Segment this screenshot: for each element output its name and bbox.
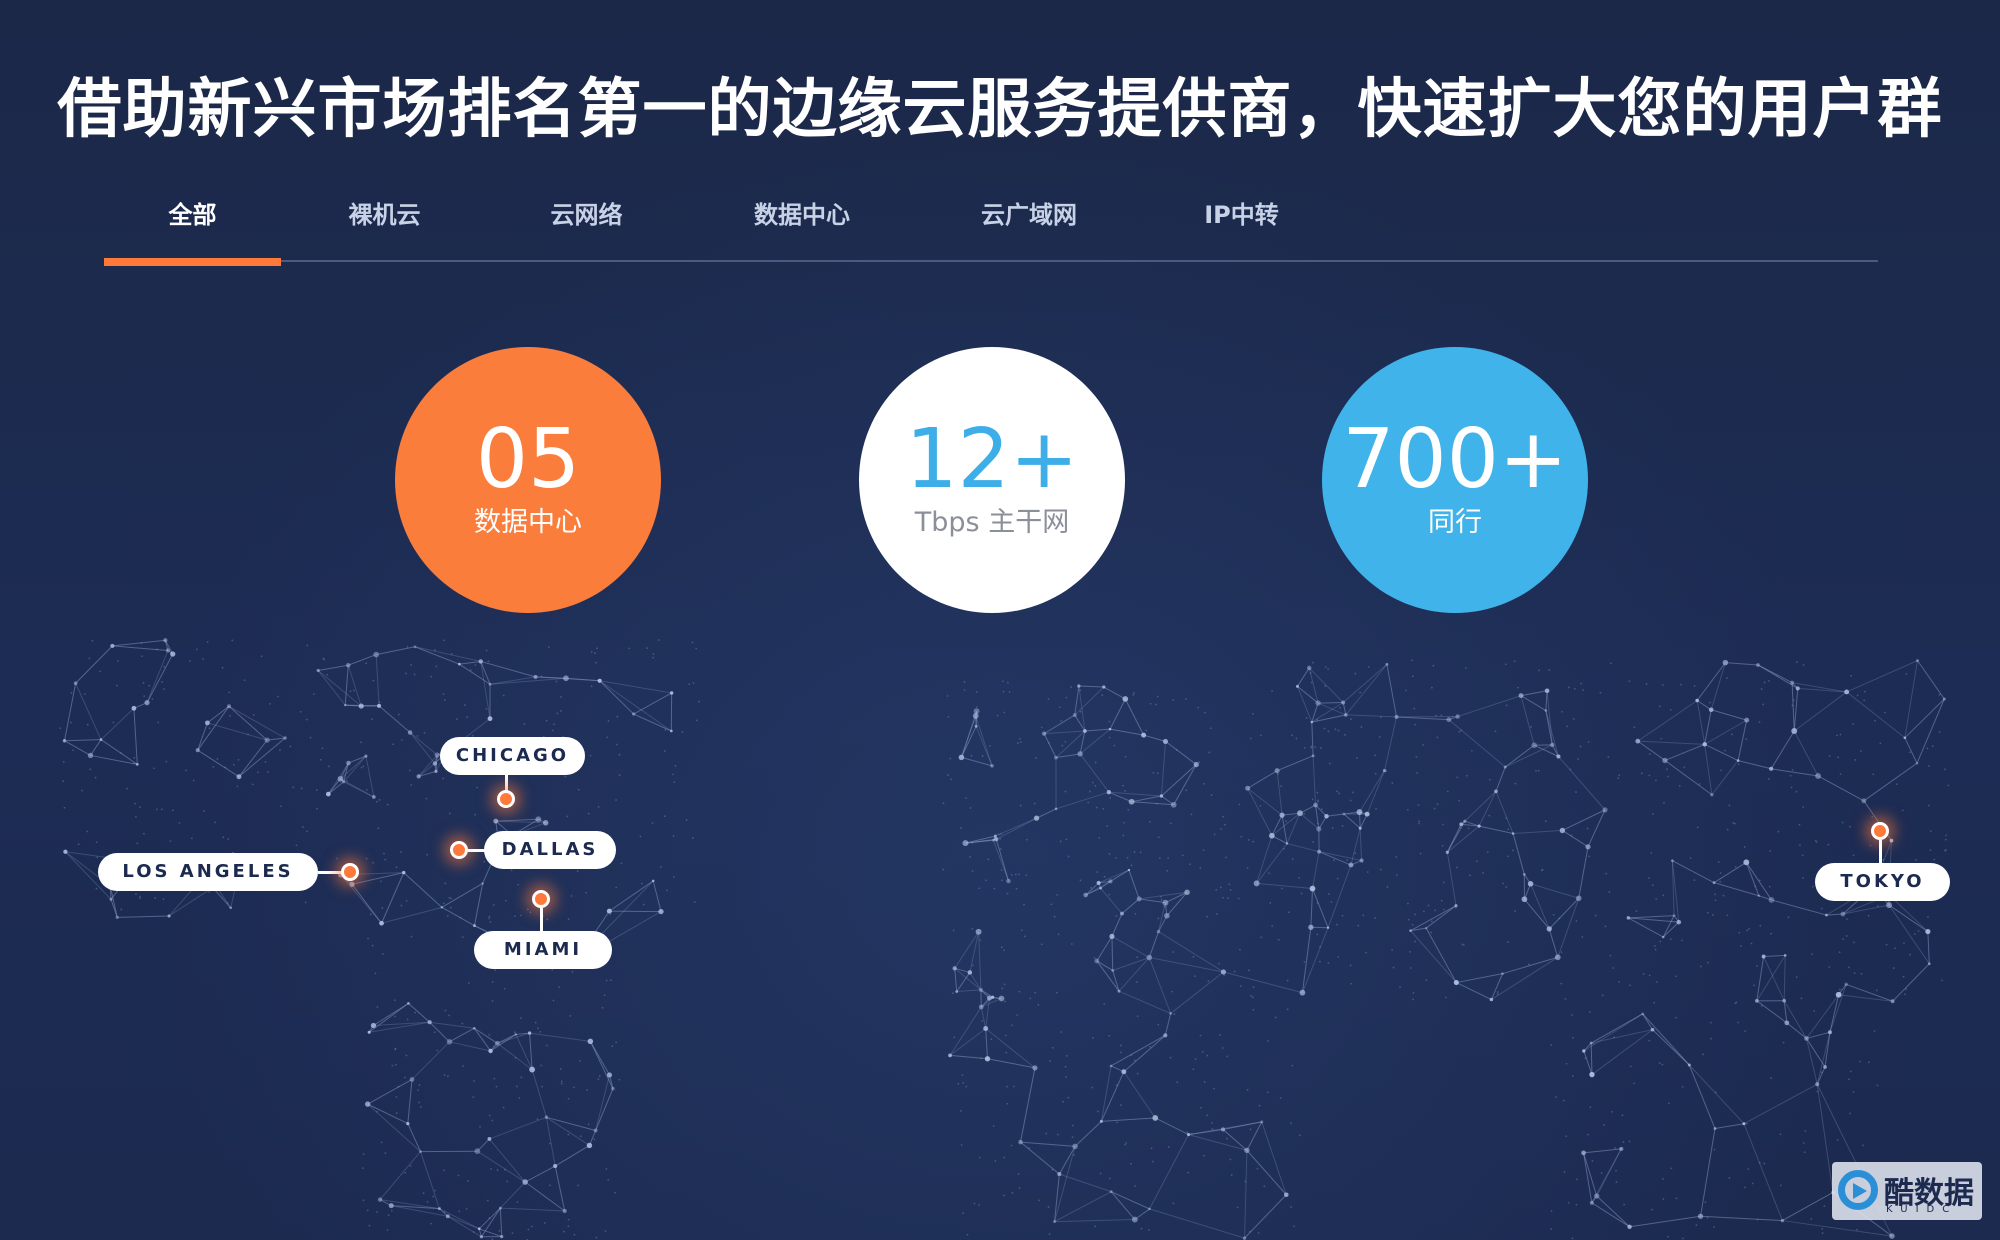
location-marker-tokyo[interactable] xyxy=(1871,822,1889,840)
tab-data-center[interactable]: 数据中心 xyxy=(722,190,882,258)
world-network-map xyxy=(59,638,1950,1240)
city-label-miami: MIAMI xyxy=(474,931,612,969)
tab-bare-metal-cloud[interactable]: 裸机云 xyxy=(312,190,457,258)
connector-los-angeles xyxy=(318,871,342,874)
stat-value: 12+ xyxy=(905,412,1079,507)
city-label-tokyo: TOKYO xyxy=(1815,863,1950,901)
connector-miami xyxy=(540,908,543,931)
stat-label: 数据中心 xyxy=(474,507,582,538)
location-marker-chicago[interactable] xyxy=(497,790,515,808)
city-label-los-angeles: LOS ANGELES xyxy=(98,853,318,891)
city-label-dallas: DALLAS xyxy=(484,831,616,869)
location-marker-dallas[interactable] xyxy=(450,841,468,859)
stat-backbone: 12+ Tbps 主干网 xyxy=(859,347,1125,613)
watermark-logo-icon xyxy=(1838,1170,1878,1210)
stat-value: 05 xyxy=(475,412,581,507)
tab-ip-transit[interactable]: IP中转 xyxy=(1164,190,1319,258)
category-tabs: 全部 裸机云 云网络 数据中心 云广域网 IP中转 xyxy=(104,190,1878,266)
stat-value: 700+ xyxy=(1342,412,1568,507)
tab-cloud-wan[interactable]: 云广域网 xyxy=(949,190,1109,258)
tab-cloud-network[interactable]: 云网络 xyxy=(514,190,659,258)
site-watermark: 酷数据 KUIDC xyxy=(1832,1162,1982,1220)
stat-data-centers: 05 数据中心 xyxy=(395,347,661,613)
location-marker-miami[interactable] xyxy=(532,890,550,908)
city-label-chicago: CHICAGO xyxy=(440,737,585,775)
stat-label: 同行 xyxy=(1428,507,1482,538)
page-headline: 借助新兴市场排名第一的边缘云服务提供商，快速扩大您的用户群 xyxy=(57,73,1943,147)
stat-peers: 700+ 同行 xyxy=(1322,347,1588,613)
active-tab-indicator xyxy=(104,258,281,266)
stat-label: Tbps 主干网 xyxy=(914,507,1070,538)
tab-all[interactable]: 全部 xyxy=(104,190,281,258)
location-marker-los-angeles[interactable] xyxy=(341,863,359,881)
connector-tokyo xyxy=(1879,840,1882,863)
watermark-sub: KUIDC xyxy=(1886,1204,1958,1215)
